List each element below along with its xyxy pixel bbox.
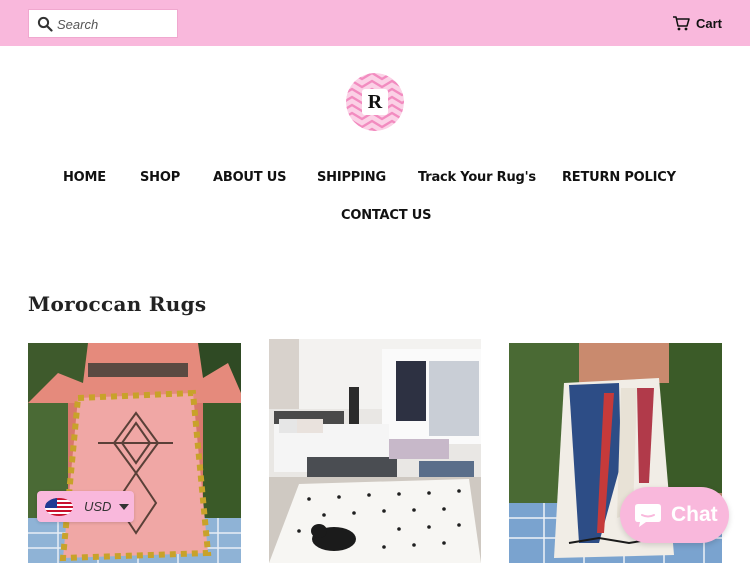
collection-title: Moroccan Rugs <box>28 292 207 316</box>
nav-home[interactable]: HOME <box>63 170 106 185</box>
nav-contact-us[interactable]: CONTACT US <box>341 208 431 223</box>
cart-icon <box>672 16 690 31</box>
product-card-2[interactable] <box>269 339 481 563</box>
currency-selector[interactable]: USD <box>37 491 134 522</box>
chat-button[interactable]: Chat <box>620 487 729 543</box>
chat-bubble-icon <box>635 504 661 527</box>
logo-letter: R <box>362 89 388 115</box>
nav-track-your-rugs[interactable]: Track Your Rug's <box>418 170 536 185</box>
nav-shop[interactable]: SHOP <box>140 170 180 185</box>
product-image-pink-rug <box>28 343 241 563</box>
store-logo[interactable]: R <box>346 73 404 131</box>
nav-return-policy[interactable]: RETURN POLICY <box>562 170 676 185</box>
search-icon[interactable] <box>37 16 53 32</box>
chevron-down-icon <box>119 503 130 510</box>
nav-shipping[interactable]: SHIPPING <box>317 170 386 185</box>
currency-label: USD <box>84 499 112 514</box>
product-card-1[interactable] <box>28 343 241 563</box>
chat-label: Chat <box>671 503 718 526</box>
cart-link[interactable]: Cart <box>672 14 722 32</box>
us-flag-icon <box>45 497 73 516</box>
product-image-bedroom-rug <box>269 339 481 563</box>
search-box[interactable] <box>28 9 178 38</box>
cart-label: Cart <box>695 15 722 31</box>
search-input[interactable] <box>57 14 173 34</box>
top-bar: Cart <box>0 0 750 46</box>
nav-about-us[interactable]: ABOUT US <box>213 170 286 185</box>
